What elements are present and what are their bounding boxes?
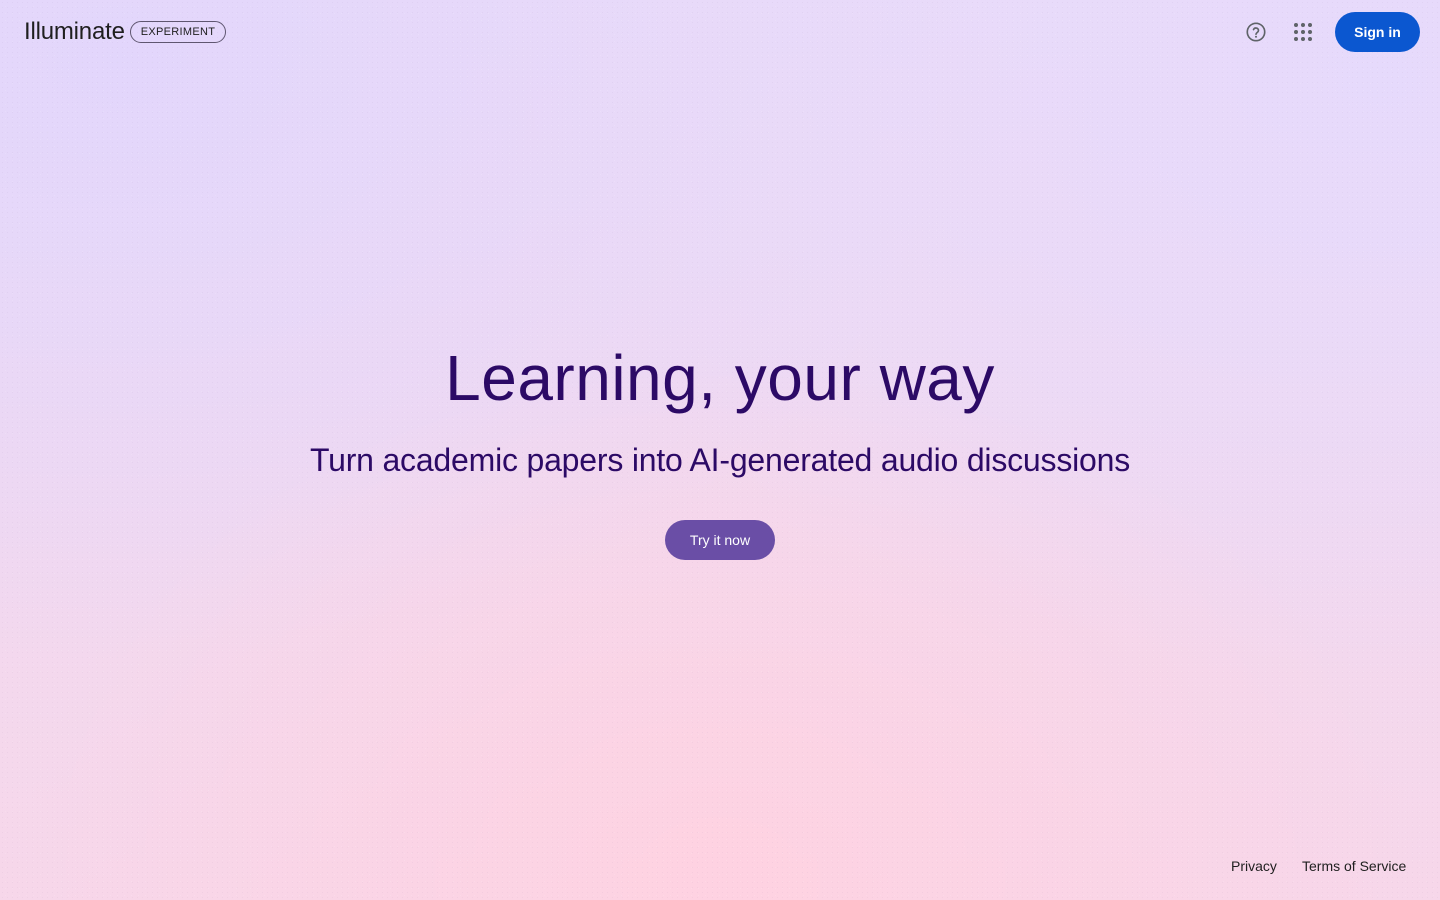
experiment-badge: EXPERIMENT (129, 21, 227, 43)
help-button[interactable] (1240, 16, 1272, 48)
hero-title: Learning, your way (445, 342, 995, 414)
terms-of-service-link[interactable]: Terms of Service (1302, 856, 1406, 876)
help-circle-icon (1246, 22, 1266, 42)
try-it-now-button[interactable]: Try it now (665, 520, 775, 560)
brand-name[interactable]: Illuminate (24, 18, 125, 46)
apps-button[interactable] (1287, 16, 1319, 48)
hero-subtitle: Turn academic papers into AI-generated a… (309, 442, 1131, 478)
apps-grid-icon (1294, 23, 1312, 41)
brand: Illuminate EXPERIMENT (24, 18, 227, 46)
top-bar: Illuminate EXPERIMENT Sign in (0, 0, 1440, 64)
sign-in-button[interactable]: Sign in (1335, 12, 1420, 52)
privacy-link[interactable]: Privacy (1231, 856, 1277, 876)
